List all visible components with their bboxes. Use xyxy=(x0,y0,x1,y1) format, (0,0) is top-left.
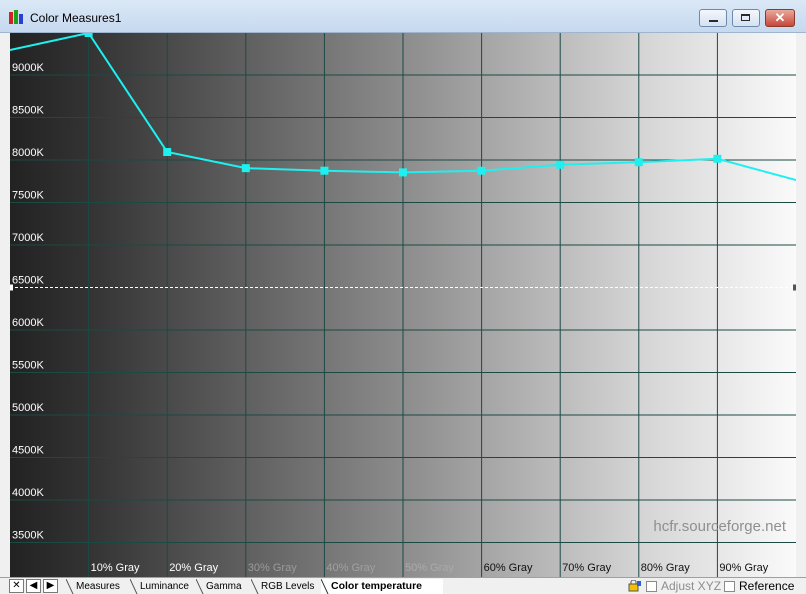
checkbox-box xyxy=(724,581,735,592)
data-point xyxy=(634,158,643,167)
y-tick-label: 6500K xyxy=(12,275,44,287)
tab-label: RGB Levels xyxy=(261,581,315,592)
x-tick-label: 40% Gray xyxy=(326,562,375,574)
checkbox-box xyxy=(646,581,657,592)
adjust-xyz-checkbox[interactable]: Adjust XYZ xyxy=(646,579,721,594)
tab-strip: ✕ ◀ ▶ Measures Luminance Gamma RGB Level… xyxy=(0,577,806,594)
y-tick-label: 8000K xyxy=(12,147,44,159)
app-chart-icon xyxy=(9,10,25,24)
maximize-icon xyxy=(741,14,750,21)
close-tab-button[interactable]: ✕ xyxy=(9,579,24,593)
tab-scroll-right-button[interactable]: ▶ xyxy=(43,579,58,593)
y-tick-label: 4000K xyxy=(12,487,44,499)
x-tick-label: 30% Gray xyxy=(248,562,297,574)
tab-measures[interactable]: Measures xyxy=(66,579,134,594)
data-point xyxy=(84,33,93,37)
x-tick-label: 70% Gray xyxy=(562,562,611,574)
tab-rgb-levels[interactable]: RGB Levels xyxy=(251,579,327,594)
tab-label: Luminance xyxy=(140,581,189,592)
color-temperature-chart[interactable]: 3500K 4000K 4500K 5000K 5500K 6000K 6500K 7000K… xyxy=(10,33,796,577)
x-axis-labels: 10% Gray 20% Gray 30% Gray 40% Gray 50% Gray… xyxy=(91,562,769,574)
title-bar: Color Measures1 ✕ xyxy=(0,0,806,33)
close-icon: ✕ xyxy=(12,580,21,591)
y-tick-label: 5000K xyxy=(12,402,44,414)
x-tick-label: 10% Gray xyxy=(91,562,140,574)
tab-label: Color temperature xyxy=(331,580,423,592)
data-point xyxy=(320,166,329,175)
watermark-text: hcfr.sourceforge.net xyxy=(653,518,786,535)
right-frame xyxy=(796,33,806,577)
data-point xyxy=(241,164,250,173)
y-tick-label: 7000K xyxy=(12,232,44,244)
x-tick-label: 20% Gray xyxy=(169,562,218,574)
y-tick-label: 9000K xyxy=(12,62,44,74)
tab-color-temperature[interactable]: Color temperature xyxy=(321,579,443,594)
tab-label: Gamma xyxy=(206,581,242,592)
y-tick-label: 7500K xyxy=(12,190,44,202)
reference-label: Reference xyxy=(739,579,795,593)
close-button[interactable]: ✕ xyxy=(765,9,795,27)
minimize-icon xyxy=(709,20,718,22)
minimize-button[interactable] xyxy=(699,9,727,27)
tab-label: Measures xyxy=(76,581,120,592)
data-point xyxy=(163,148,172,156)
x-tick-label: 60% Gray xyxy=(484,562,533,574)
reference-checkbox[interactable]: Reference xyxy=(724,579,794,594)
y-tick-label: 4500K xyxy=(12,445,44,457)
tab-scroll-left-button[interactable]: ◀ xyxy=(26,579,41,593)
data-point xyxy=(713,154,722,163)
close-icon: ✕ xyxy=(774,10,786,25)
y-tick-label: 3500K xyxy=(12,530,44,542)
y-tick-label: 6000K xyxy=(12,317,44,329)
window-title: Color Measures1 xyxy=(30,11,122,25)
x-tick-label: 90% Gray xyxy=(719,562,768,574)
x-tick-label: 80% Gray xyxy=(641,562,690,574)
data-point xyxy=(556,160,565,169)
tab-luminance[interactable]: Luminance xyxy=(130,579,200,594)
x-tick-label: 50% Gray xyxy=(405,562,454,574)
tab-gamma[interactable]: Gamma xyxy=(196,579,254,594)
arrow-right-icon: ▶ xyxy=(46,580,55,591)
y-tick-label: 8500K xyxy=(12,105,44,117)
lock-icon[interactable] xyxy=(628,580,642,592)
maximize-button[interactable] xyxy=(732,9,760,27)
data-point xyxy=(477,166,486,175)
adjust-xyz-label: Adjust XYZ xyxy=(661,579,722,593)
y-tick-label: 5500K xyxy=(12,360,44,372)
left-frame xyxy=(0,33,10,577)
arrow-left-icon: ◀ xyxy=(29,580,38,591)
data-point xyxy=(399,168,407,177)
chart-svg: 3500K 4000K 4500K 5000K 5500K 6000K 6500K 7000K… xyxy=(10,33,796,577)
reference-marker-left xyxy=(10,284,13,291)
